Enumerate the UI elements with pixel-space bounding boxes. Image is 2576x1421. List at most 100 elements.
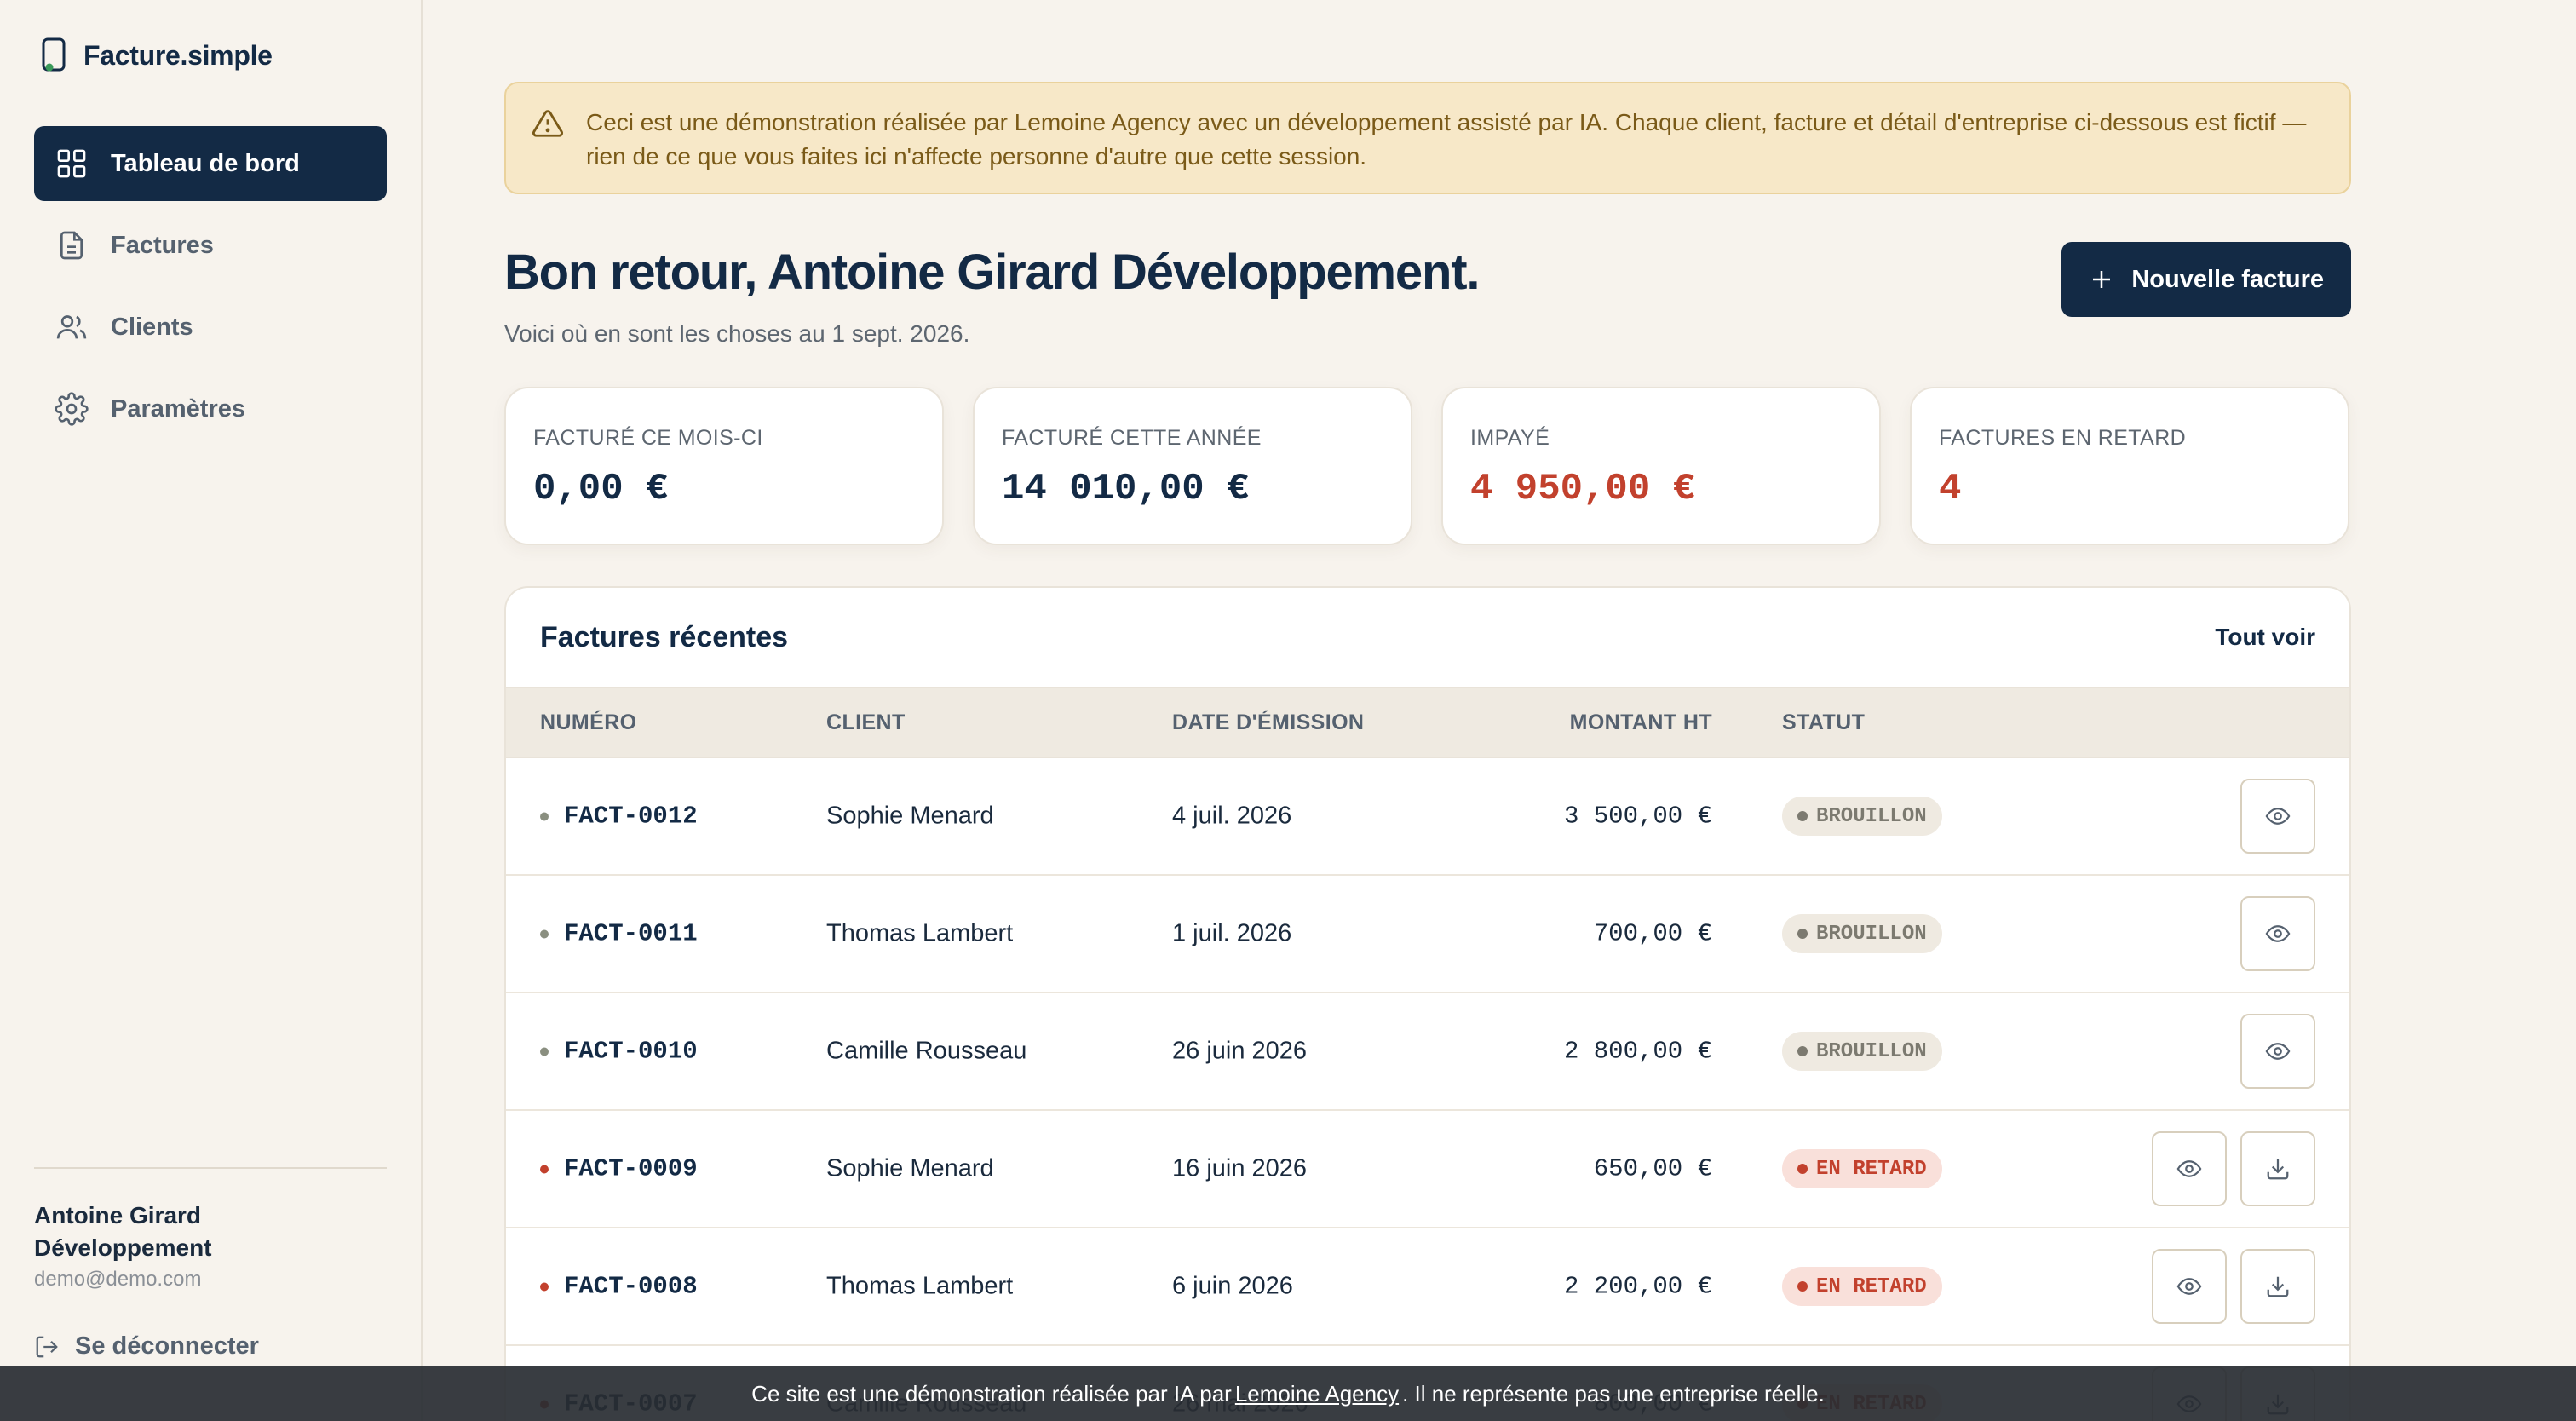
document-icon <box>60 231 83 260</box>
column-header-amount[interactable]: MONTANT HT <box>1570 710 1712 735</box>
invoice-number[interactable]: FACT-0012 <box>540 803 698 831</box>
issue-date: 26 juin 2026 <box>1172 1037 1308 1065</box>
agency-link[interactable]: Lemoine Agency <box>1235 1381 1399 1407</box>
view-invoice-button[interactable] <box>2240 1014 2315 1089</box>
badge-dot <box>1797 1046 1808 1056</box>
badge-dot <box>1797 929 1808 939</box>
eye-icon <box>2265 925 2291 942</box>
card-header: Factures récentes Tout voir <box>506 588 2349 687</box>
issue-date: 1 juil. 2026 <box>1172 919 1292 947</box>
stats-row: FACTURÉ CE MOIS-CI 0,00 € FACTURÉ CETTE … <box>504 387 2351 545</box>
invoice-number-text: FACT-0012 <box>564 802 698 831</box>
logo-icon <box>42 37 66 72</box>
plus-icon <box>2093 271 2111 288</box>
view-invoice-button[interactable] <box>2240 896 2315 971</box>
issue-date: 4 juil. 2026 <box>1172 802 1292 830</box>
stat-card-month: FACTURÉ CE MOIS-CI 0,00 € <box>504 387 944 545</box>
table-row[interactable]: FACT-0009 Sophie Menard 16 juin 2026 650… <box>506 1111 2349 1228</box>
table-body: FACT-0012 Sophie Menard 4 juil. 2026 3 5… <box>506 758 2349 1421</box>
sidebar-footer: Antoine Girard Développement demo@demo.c… <box>34 1167 387 1361</box>
view-invoice-button[interactable] <box>2152 1131 2227 1206</box>
page-title: Bon retour, Antoine Girard Développement… <box>504 245 1480 300</box>
badge-dot <box>1797 1164 1808 1174</box>
amount: 3 500,00 € <box>1563 802 1712 831</box>
status-badge: EN RETARD <box>1782 1149 1942 1188</box>
eye-icon <box>2176 1278 2202 1295</box>
sidebar-nav: Tableau de bord Factures Clients Paramèt… <box>34 126 387 453</box>
row-actions <box>2240 896 2315 971</box>
row-actions <box>2152 1131 2315 1206</box>
download-invoice-button[interactable] <box>2240 1249 2315 1324</box>
download-icon <box>2267 1159 2289 1180</box>
eye-icon <box>2265 808 2291 825</box>
logout-button[interactable]: Se déconnecter <box>34 1332 387 1361</box>
status-text: BROUILLON <box>1816 804 1927 828</box>
column-header-status[interactable]: STATUT <box>1782 710 1865 735</box>
status-text: EN RETARD <box>1816 1157 1927 1181</box>
column-header-client[interactable]: CLIENT <box>826 710 906 735</box>
table-row[interactable]: FACT-0012 Sophie Menard 4 juil. 2026 3 5… <box>506 758 2349 876</box>
notice-text: Ceci est une démonstration réalisée par … <box>586 109 2307 170</box>
invoice-number[interactable]: FACT-0009 <box>540 1155 698 1183</box>
sidebar-item-label: Paramètres <box>111 394 245 423</box>
status-dot <box>540 1047 549 1056</box>
status-text: BROUILLON <box>1816 1039 1927 1063</box>
users-icon <box>56 315 87 339</box>
user-email: demo@demo.com <box>34 1268 202 1291</box>
stat-label: FACTURES EN RETARD <box>1939 426 2187 450</box>
stat-label: IMPAYÉ <box>1470 426 1550 450</box>
page-subtitle: Voici où en sont les choses au 1 sept. 2… <box>504 320 970 347</box>
table-row[interactable]: FACT-0010 Camille Rousseau 26 juin 2026 … <box>506 993 2349 1111</box>
amount: 700,00 € <box>1593 919 1712 948</box>
see-all-link[interactable]: Tout voir <box>2215 624 2315 651</box>
status-dot <box>540 1165 549 1173</box>
brand-name: Facture.simple <box>83 39 273 71</box>
sidebar-item-dashboard[interactable]: Tableau de bord <box>34 126 387 201</box>
column-header-date[interactable]: DATE D'ÉMISSION <box>1172 710 1364 735</box>
logout-icon <box>36 1336 58 1357</box>
stat-value: 0,00 € <box>533 468 669 510</box>
sidebar-item-settings[interactable]: Paramètres <box>34 371 387 446</box>
invoice-number-text: FACT-0008 <box>564 1272 698 1301</box>
sidebar-item-label: Factures <box>111 231 214 259</box>
issue-date: 6 juin 2026 <box>1172 1272 1293 1300</box>
column-header-number[interactable]: NUMÉRO <box>540 710 637 735</box>
grid-icon <box>57 149 86 178</box>
stat-card-unpaid: IMPAYÉ 4 950,00 € <box>1441 387 1881 545</box>
banner-text-before: Ce site est une démonstration réalisée p… <box>751 1380 1232 1407</box>
view-invoice-button[interactable] <box>2152 1249 2227 1324</box>
table-row[interactable]: FACT-0011 Thomas Lambert 1 juil. 2026 70… <box>506 876 2349 993</box>
amount: 650,00 € <box>1593 1154 1712 1183</box>
eye-icon <box>2176 1160 2202 1177</box>
brand[interactable]: Facture.simple <box>41 37 273 73</box>
sidebar-item-clients[interactable]: Clients <box>34 290 387 365</box>
gear-icon <box>55 392 89 426</box>
sidebar-item-invoices[interactable]: Factures <box>34 208 387 283</box>
invoice-number[interactable]: FACT-0010 <box>540 1038 698 1066</box>
download-invoice-button[interactable] <box>2240 1131 2315 1206</box>
status-dot <box>540 929 549 938</box>
table-row[interactable]: FACT-0008 Thomas Lambert 6 juin 2026 2 2… <box>506 1228 2349 1346</box>
recent-invoices-card: Factures récentes Tout voir NUMÉRO CLIEN… <box>504 586 2351 1421</box>
client-name: Camille Rousseau <box>826 1037 1027 1065</box>
badge-dot <box>1797 811 1808 821</box>
stat-card-overdue: FACTURES EN RETARD 4 <box>1910 387 2349 545</box>
client-name: Thomas Lambert <box>826 919 1014 947</box>
warning-icon <box>532 110 563 137</box>
sidebar-item-label: Tableau de bord <box>111 149 300 177</box>
invoice-number[interactable]: FACT-0011 <box>540 920 698 948</box>
row-actions <box>2152 1249 2315 1324</box>
invoice-number-text: FACT-0010 <box>564 1037 698 1066</box>
new-invoice-label: Nouvelle facture <box>2131 265 2324 293</box>
logout-label: Se déconnecter <box>75 1332 259 1360</box>
user-name: Antoine Girard Développement <box>34 1202 212 1261</box>
amount: 2 800,00 € <box>1563 1037 1712 1066</box>
status-text: EN RETARD <box>1816 1274 1927 1298</box>
invoice-number[interactable]: FACT-0008 <box>540 1273 698 1301</box>
banner-text-after: . Il ne représente pas une entreprise ré… <box>1402 1380 1825 1407</box>
view-invoice-button[interactable] <box>2240 779 2315 854</box>
stat-card-year: FACTURÉ CETTE ANNÉE 14 010,00 € <box>973 387 1412 545</box>
new-invoice-button[interactable]: Nouvelle facture <box>2061 242 2351 317</box>
divider <box>34 1167 387 1169</box>
eye-icon <box>2265 1043 2291 1060</box>
